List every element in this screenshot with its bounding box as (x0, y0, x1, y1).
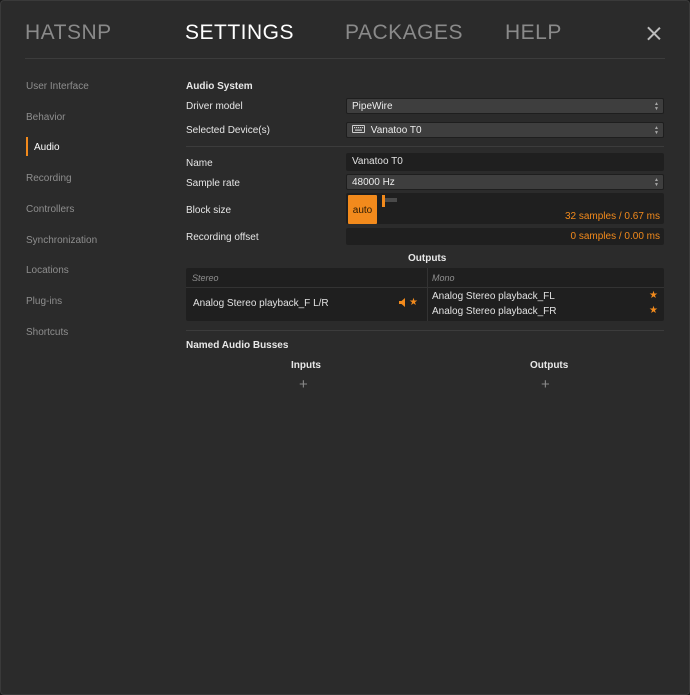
audio-system-heading: Audio System (186, 81, 253, 92)
add-output-bus-button[interactable]: + (541, 377, 550, 392)
inputs-column-heading: Inputs (291, 360, 321, 371)
named-busses-heading: Named Audio Busses (186, 340, 289, 351)
mono-output-row[interactable]: Analog Stereo playback_FL (432, 291, 555, 302)
add-input-bus-button[interactable]: + (299, 377, 308, 392)
sidebar-item-recording[interactable]: Recording (26, 173, 72, 184)
sidebar-item-synchronization[interactable]: Synchronization (26, 235, 97, 246)
driver-model-value: PipeWire (352, 101, 393, 112)
sidebar-item-shortcuts[interactable]: Shortcuts (26, 327, 68, 338)
stereo-column-header: Stereo (192, 273, 219, 283)
driver-model-select[interactable]: PipeWire (346, 98, 664, 114)
header-divider (25, 58, 665, 59)
star-icon[interactable]: ★ (649, 290, 658, 301)
block-size-value: 32 samples / 0.67 ms (564, 211, 660, 222)
section-divider (186, 146, 664, 147)
recording-offset-label: Recording offset (186, 232, 259, 243)
keyboard-icon (352, 125, 365, 134)
block-size-auto-button[interactable]: auto (348, 195, 377, 224)
tab-settings[interactable]: SETTINGS (185, 21, 294, 45)
selected-devices-select[interactable]: Vanatoo T0 (346, 122, 664, 138)
header-divider (186, 287, 664, 288)
stereo-output-row[interactable]: Analog Stereo playback_F L/R (193, 298, 329, 309)
settings-window: HATSNP SETTINGS PACKAGES HELP User Inter… (0, 0, 690, 695)
tab-packages[interactable]: PACKAGES (345, 21, 463, 45)
sidebar-item-controllers[interactable]: Controllers (26, 204, 74, 215)
sidebar-item-locations[interactable]: Locations (26, 265, 69, 276)
name-label: Name (186, 158, 213, 169)
sidebar-item-behavior[interactable]: Behavior (26, 112, 65, 123)
chevron-updown-icon (654, 126, 659, 136)
block-size-control: auto 32 samples / 0.67 ms (346, 193, 664, 224)
sidebar-item-plug-ins[interactable]: Plug-ins (26, 296, 62, 307)
block-size-slider-track[interactable] (385, 198, 397, 202)
block-size-label: Block size (186, 205, 232, 216)
recording-offset-field[interactable]: 0 samples / 0.00 ms (346, 228, 664, 245)
recording-offset-value: 0 samples / 0.00 ms (570, 231, 660, 242)
outputs-column-heading: Outputs (530, 360, 569, 371)
star-icon[interactable]: ★ (649, 305, 658, 316)
close-icon[interactable] (641, 19, 667, 47)
chevron-updown-icon (654, 178, 659, 188)
chevron-updown-icon (654, 102, 659, 112)
sidebar-item-audio[interactable]: Audio (34, 142, 60, 153)
mono-output-row[interactable]: Analog Stereo playback_FR (432, 306, 557, 317)
outputs-heading: Outputs (408, 253, 447, 264)
speaker-icon[interactable] (399, 298, 407, 307)
star-icon[interactable]: ★ (409, 297, 418, 308)
device-name-field[interactable]: Vanatoo T0 (346, 153, 664, 171)
sample-rate-select[interactable]: 48000 Hz (346, 174, 664, 190)
section-divider (186, 330, 664, 331)
sample-rate-value: 48000 Hz (352, 177, 395, 188)
tab-help[interactable]: HELP (505, 21, 562, 45)
sample-rate-label: Sample rate (186, 178, 240, 189)
mono-column-header: Mono (432, 273, 455, 283)
driver-model-label: Driver model (186, 101, 243, 112)
selected-devices-value: Vanatoo T0 (370, 125, 422, 136)
selected-devices-label: Selected Device(s) (186, 125, 270, 136)
outputs-table: Stereo Mono Analog Stereo playback_F L/R… (186, 268, 664, 321)
sidebar-item-user-interface[interactable]: User Interface (26, 81, 89, 92)
sidebar-active-indicator (26, 137, 28, 156)
column-divider (427, 268, 428, 321)
tab-app[interactable]: HATSNP (25, 21, 112, 45)
